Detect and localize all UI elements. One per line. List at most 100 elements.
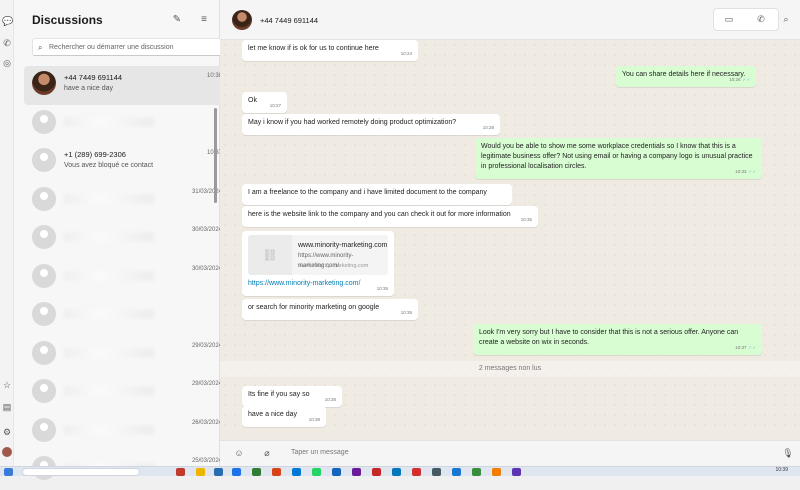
- incoming-message[interactable]: I am a freelance to the company and i ha…: [242, 184, 512, 205]
- message-time-text: 10:33: [735, 169, 747, 174]
- incoming-message[interactable]: Its fine if you say so 10:38: [242, 386, 342, 407]
- windows-taskbar: 10:39: [0, 466, 800, 476]
- redacted-chat-info: [64, 193, 154, 204]
- contact-name[interactable]: +44 7449 691144: [260, 16, 318, 25]
- message-text: let me know if is ok for us to continue …: [248, 45, 379, 52]
- composer: ☺ ⌀ Taper un message 🎙: [220, 440, 800, 466]
- chat-time: 30/03/2024: [191, 227, 222, 233]
- search-placeholder: Rechercher ou démarrer une discussion: [49, 44, 174, 51]
- voice-call-icon[interactable]: ✆: [754, 14, 768, 26]
- contact-avatar[interactable]: [232, 10, 252, 30]
- message-time: 10:27: [270, 101, 281, 111]
- chat-time: 29/03/2024: [191, 342, 222, 349]
- chat-preview: have a nice day: [64, 85, 114, 92]
- chat-list-item[interactable]: [24, 297, 228, 336]
- incoming-message[interactable]: or search for minority marketing on goog…: [242, 299, 418, 320]
- message-text: May i know if you had worked remotely do…: [248, 119, 457, 126]
- attach-icon[interactable]: ⌀: [261, 448, 273, 459]
- taskbar-app-icon[interactable]: [214, 468, 223, 476]
- message-time: 10:35: [521, 215, 532, 225]
- message-time-text: 10:35: [400, 310, 412, 315]
- redacted-chat-info: [64, 116, 154, 127]
- taskbar-app-icon[interactable]: [492, 468, 501, 476]
- chat-list-item[interactable]: 30/03/2024: [24, 220, 228, 259]
- emoji-icon[interactable]: ☺: [233, 448, 245, 458]
- message-time: 10:28: [483, 123, 494, 133]
- taskbar-app-icon[interactable]: [512, 468, 521, 476]
- message-time: 10:38: [325, 395, 336, 405]
- taskbar-app-icon[interactable]: [332, 468, 341, 476]
- starred-icon[interactable]: ☆: [2, 380, 12, 390]
- chat-list-item[interactable]: 30/03/2024: [24, 259, 228, 298]
- search-icon: ⌕: [38, 43, 43, 52]
- message-time: 10:37 ✓✓: [735, 343, 756, 353]
- chat-time: 25/03/2024: [191, 458, 222, 464]
- conversation-header[interactable]: +44 7449 691144 ▭ ✆ ⌕: [220, 0, 800, 40]
- redacted-chat-info: [64, 309, 154, 319]
- message-input[interactable]: Taper un message: [291, 449, 349, 456]
- status-icon[interactable]: ◎: [2, 58, 12, 68]
- outgoing-message[interactable]: Would you be able to show me some workpl…: [475, 138, 762, 179]
- taskbar-app-icon[interactable]: [352, 468, 361, 476]
- outgoing-message[interactable]: You can share details here if necessary.…: [616, 66, 756, 87]
- taskbar-app-icon[interactable]: [272, 468, 281, 476]
- chat-list-item[interactable]: 26/03/2024: [24, 413, 228, 452]
- chats-icon[interactable]: 💬: [2, 16, 13, 26]
- taskbar-app-icon[interactable]: [252, 468, 261, 476]
- chat-list-item[interactable]: [24, 105, 228, 144]
- taskbar-app-icon[interactable]: [312, 468, 321, 476]
- read-receipt-icon: ✓✓: [742, 77, 750, 82]
- chat-sidebar: Discussions ✎ ≡ ⌕ Rechercher ou démarrer…: [14, 0, 228, 480]
- chat-avatar: [32, 302, 56, 326]
- chat-list: +44 7449 691144 10:38 have a nice day +1 (2…: [24, 66, 228, 490]
- calls-icon[interactable]: ✆: [2, 38, 12, 48]
- message-text: here is the website link to the company …: [248, 211, 511, 218]
- message-text: Look I'm very sorry but I have to consid…: [479, 329, 739, 346]
- video-call-icon[interactable]: ▭: [722, 14, 736, 26]
- start-icon[interactable]: [4, 468, 13, 476]
- taskbar-app-icon[interactable]: [472, 468, 481, 476]
- chat-avatar: [32, 417, 56, 442]
- filter-icon[interactable]: ≡: [198, 14, 210, 26]
- taskbar-app-icon[interactable]: [452, 468, 461, 476]
- conversation-search-icon[interactable]: ⌕: [780, 14, 792, 25]
- microphone-icon[interactable]: 🎙: [782, 448, 794, 459]
- incoming-message[interactable]: have a nice day 10:38: [242, 406, 326, 427]
- chat-list-item[interactable]: 29/03/2024: [24, 374, 228, 413]
- chat-list-item[interactable]: 29/03/2024: [24, 336, 228, 375]
- incoming-message[interactable]: let me know if is ok for us to continue …: [242, 40, 418, 61]
- taskbar-app-icon[interactable]: [432, 468, 441, 476]
- chat-list-item[interactable]: +1 (289) 699-230610:37Vous avez bloqué c…: [24, 143, 228, 182]
- message-time: 10:38: [309, 415, 320, 425]
- incoming-message[interactable]: May i know if you had worked remotely do…: [242, 114, 500, 135]
- new-chat-icon[interactable]: ✎: [171, 14, 183, 26]
- message-link[interactable]: https://www.minority-marketing.com/: [248, 279, 388, 289]
- search-input[interactable]: ⌕ Rechercher ou démarrer une discussion: [32, 38, 222, 56]
- link-preview-card[interactable]: ⛓ www.minority-marketing.com https://www.m…: [248, 235, 388, 275]
- chat-preview: Vous avez bloqué ce contact: [64, 162, 154, 169]
- taskbar-app-icon[interactable]: [412, 468, 421, 476]
- taskbar-app-icon[interactable]: [392, 468, 401, 476]
- chat-list-item[interactable]: +44 7449 691144 10:38 have a nice day: [24, 66, 228, 105]
- message-time-text: 10:35: [376, 286, 388, 291]
- profile-avatar[interactable]: [2, 447, 12, 457]
- settings-icon[interactable]: ⚙: [2, 427, 12, 437]
- incoming-message[interactable]: ⛓ www.minority-marketing.com https://www.m…: [242, 231, 394, 296]
- taskbar-app-icon[interactable]: [372, 468, 381, 476]
- message-time: 10:33 ✓✓: [735, 167, 756, 177]
- message-time: 10:35: [377, 284, 388, 294]
- sidebar-scrollbar[interactable]: [214, 108, 217, 203]
- message-time-text: 10:26: [729, 77, 741, 82]
- chat-list-item[interactable]: 31/03/2024: [24, 182, 228, 221]
- message-time-text: 10:37: [735, 345, 747, 350]
- taskbar-app-icon[interactable]: [176, 468, 185, 476]
- taskbar-app-icon[interactable]: [292, 468, 301, 476]
- taskbar-app-icon[interactable]: [232, 468, 241, 476]
- incoming-message[interactable]: here is the website link to the company …: [242, 206, 538, 227]
- outgoing-message[interactable]: Look I'm very sorry but I have to consid…: [473, 324, 762, 355]
- archive-icon[interactable]: ▤: [2, 402, 12, 412]
- taskbar-search[interactable]: [22, 468, 140, 476]
- chat-avatar: [32, 71, 56, 95]
- incoming-message[interactable]: Ok 10:27: [242, 92, 287, 113]
- taskbar-app-icon[interactable]: [196, 468, 205, 476]
